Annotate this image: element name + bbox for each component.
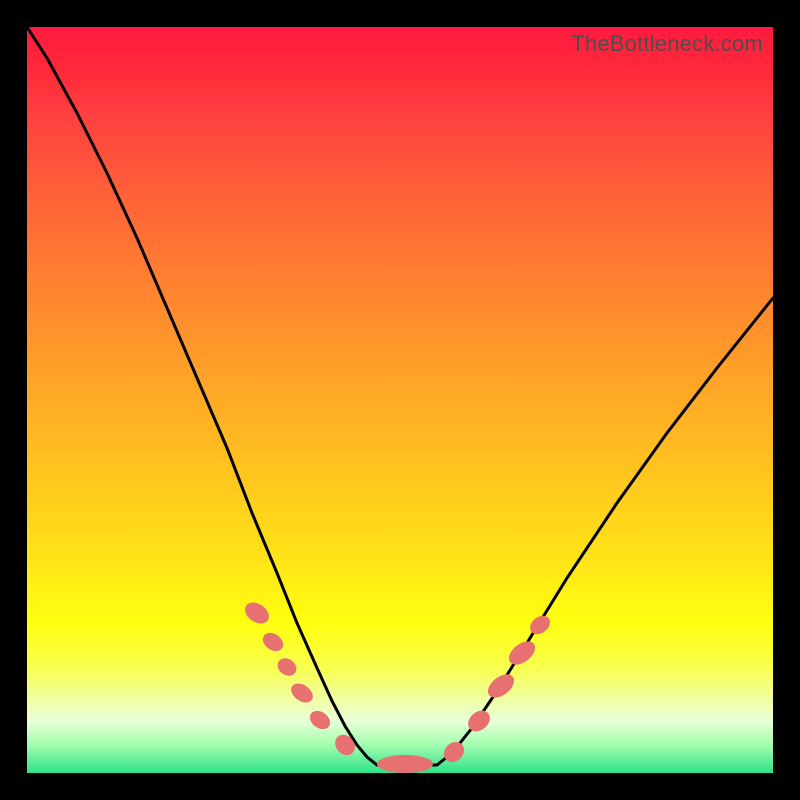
chart-frame: TheBottleneck.com [0,0,800,800]
marker-dot [484,670,519,703]
bottleneck-curve [27,27,773,765]
marker-dot [377,755,433,773]
marker-dot [241,598,273,628]
marker-dot [274,655,300,680]
marker-dots [241,598,553,773]
v-curve [27,27,773,765]
marker-dot [505,637,540,670]
marker-dot [331,731,359,759]
plot-area: TheBottleneck.com [27,27,773,773]
curve-layer [27,27,773,773]
marker-dot [440,738,468,766]
marker-dot [306,707,333,733]
marker-dot [526,612,553,638]
marker-dot [259,629,286,655]
marker-dot [288,680,317,707]
